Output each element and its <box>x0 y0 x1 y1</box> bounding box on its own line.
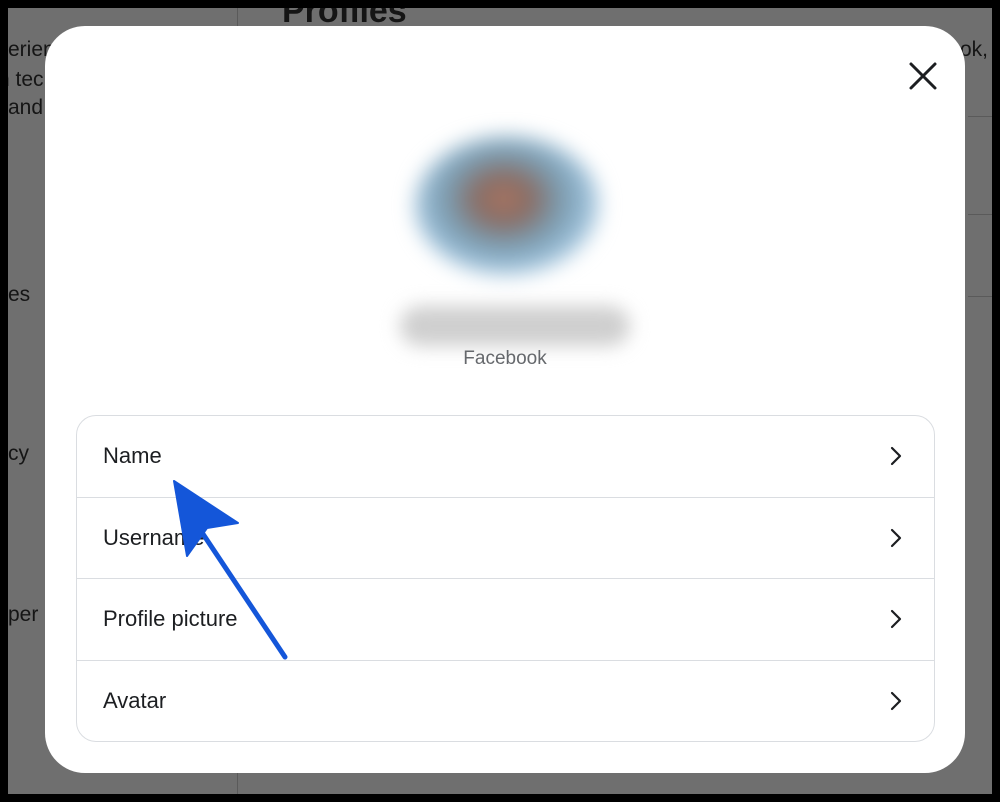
profile-picture-row[interactable]: Profile picture <box>77 579 934 661</box>
chevron-right-icon <box>890 692 902 711</box>
background-text-fragment: n tec <box>8 68 44 91</box>
background-text-fragment: cy <box>8 442 29 465</box>
avatar-row[interactable]: Avatar <box>77 661 934 742</box>
chevron-right-icon <box>890 447 902 466</box>
profile-modal: Facebook Name Username Profile picture A… <box>45 26 965 773</box>
close-button[interactable] <box>903 56 943 96</box>
background-text-fragment: and <box>8 96 44 119</box>
profile-name-redacted <box>400 306 630 346</box>
row-label: Profile picture <box>103 606 238 632</box>
background-divider <box>968 116 992 117</box>
name-row[interactable]: Name <box>77 416 934 498</box>
avatar <box>415 136 600 276</box>
platform-label: Facebook <box>463 348 547 369</box>
chevron-right-icon <box>890 610 902 629</box>
row-label: Username <box>103 524 205 550</box>
background-text-fragment: es <box>8 283 31 306</box>
background-divider <box>968 214 992 215</box>
background-divider <box>968 296 992 297</box>
row-label: Avatar <box>103 688 167 714</box>
row-label: Name <box>103 443 162 469</box>
close-icon <box>909 62 937 90</box>
profile-settings-list: Name Username Profile picture Avatar <box>76 415 935 742</box>
chevron-right-icon <box>890 528 902 547</box>
username-row[interactable]: Username <box>77 498 934 579</box>
background-text-fragment: per <box>8 603 39 626</box>
